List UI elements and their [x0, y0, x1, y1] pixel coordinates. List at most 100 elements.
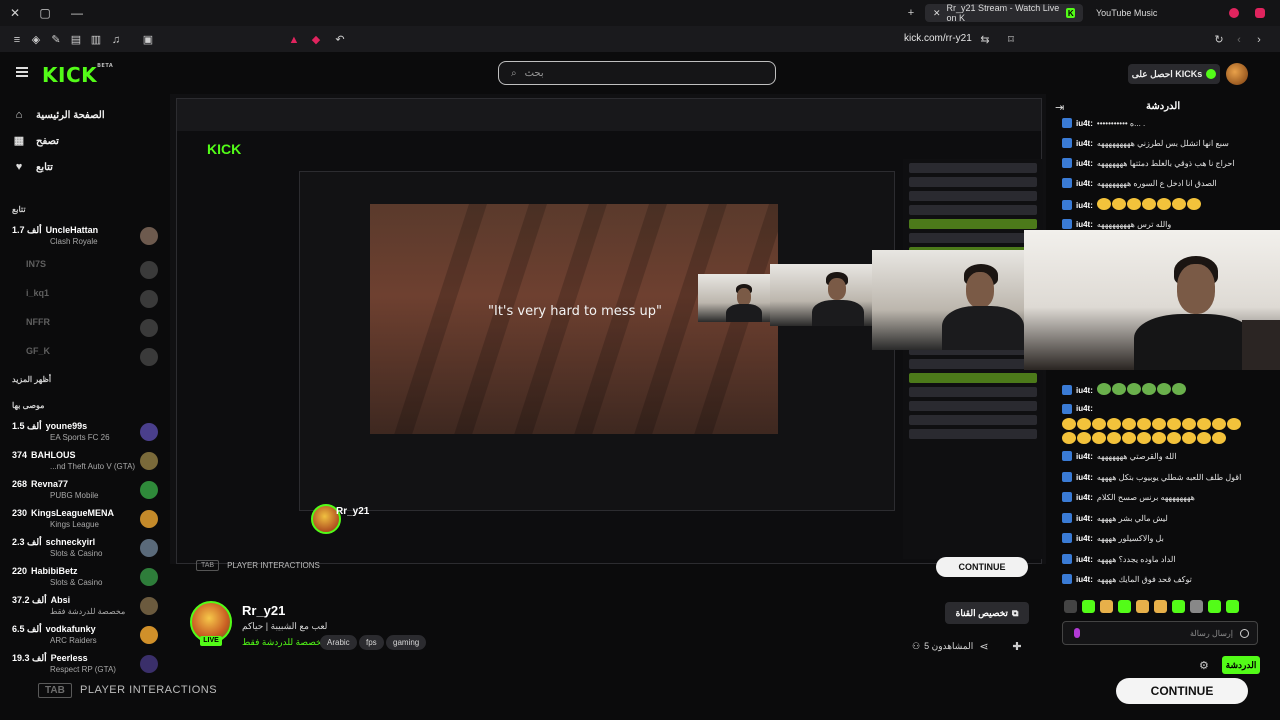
chat-username[interactable]: iu4t:	[1076, 201, 1093, 210]
sidebar-channel[interactable]: IN7S	[12, 258, 162, 284]
reload-icon[interactable]: ↻	[1212, 33, 1226, 47]
sidebar-channel[interactable]: NFFR	[12, 316, 162, 342]
chat-username[interactable]: iu4t:	[1076, 220, 1093, 229]
badge-icon	[1062, 138, 1072, 148]
extension-icon[interactable]: ✎	[49, 33, 63, 47]
window-icon[interactable]: ▢	[30, 6, 60, 20]
sidebar-item-following[interactable]: ♥ تتابع	[12, 158, 53, 176]
minimize-icon[interactable]: —	[62, 6, 92, 20]
screenshot-icon[interactable]: ▣	[141, 33, 155, 47]
continue-button[interactable]: CONTINUE	[936, 557, 1028, 577]
search-input[interactable]: ⌕ بحث	[498, 61, 776, 85]
chat-username[interactable]: iu4t:	[1076, 404, 1093, 413]
show-more-button[interactable]: أظهر المزيد	[12, 375, 51, 384]
emoji-icon[interactable]	[1240, 629, 1249, 638]
record-icon[interactable]	[1229, 8, 1239, 18]
get-kicks-button[interactable]: احصل على KICKs	[1128, 64, 1220, 84]
kick-logo[interactable]: KICKBETA	[42, 63, 113, 87]
menu-icon[interactable]: ≡	[10, 33, 24, 47]
emote-icon[interactable]	[1226, 599, 1239, 613]
sidebar-icon[interactable]: ▤	[69, 33, 83, 47]
microphone-icon[interactable]	[1074, 628, 1080, 638]
address-bar[interactable]: kick.com/rr-y21	[904, 33, 972, 44]
chat-username[interactable]: iu4t:	[1076, 534, 1093, 543]
gear-icon[interactable]: ⚙	[1199, 659, 1209, 672]
emote-icon[interactable]	[1136, 599, 1149, 613]
forward-icon[interactable]: ›	[1252, 33, 1266, 47]
sidebar-channel[interactable]: 19.3 ألف Peerless Respect RP (GTA)	[12, 652, 162, 678]
kick-favicon-icon: K	[1066, 8, 1075, 18]
music-icon[interactable]: ♫	[109, 33, 123, 47]
sidebar-channel[interactable]: 374 BAHLOUS ...nd Theft Auto V (GTA)	[12, 449, 162, 475]
sidebar-channel[interactable]: 1.5 ألف youne99s EA Sports FC 26	[12, 420, 162, 446]
channel-name: GF_K	[26, 346, 51, 356]
emote-icon[interactable]	[1100, 599, 1113, 613]
emote-icon[interactable]	[1208, 599, 1221, 613]
chat-username[interactable]: iu4t:	[1076, 555, 1093, 564]
emote-icon[interactable]	[1118, 599, 1131, 613]
channel-category: Clash Royale	[50, 237, 98, 246]
back-icon[interactable]: ‹	[1232, 33, 1246, 47]
tab-youtube-music[interactable]: YouTube Music	[1088, 4, 1198, 22]
streamer-name[interactable]: Rr_y21	[242, 603, 285, 618]
emote-quick-bar[interactable]	[1064, 598, 1260, 614]
chat-username[interactable]: iu4t:	[1076, 139, 1093, 148]
close-tab-icon[interactable]: ✕	[933, 8, 941, 19]
chat-username[interactable]: iu4t:	[1076, 493, 1093, 502]
sidebar-channel[interactable]: i_kq1	[12, 287, 162, 313]
channel-avatar	[140, 290, 158, 308]
undo-icon[interactable]: ↶	[333, 33, 347, 47]
emote-icon[interactable]	[1082, 599, 1095, 613]
stream-category-link[interactable]: مخصصة للدردشة فقط	[242, 637, 327, 648]
sidebar-item-home[interactable]: ⌂ الصفحة الرئيسية	[12, 106, 105, 124]
sidebar-channel[interactable]: 37.2 ألف Absi مخصصة للدردشة فقط	[12, 594, 162, 620]
sidebar-channel[interactable]: 6.5 ألف vodkafunky ARC Raiders	[12, 623, 162, 649]
channel-category: ARC Raiders	[50, 636, 97, 645]
follow-icon[interactable]: ✚	[1010, 640, 1024, 654]
chat-username[interactable]: iu4t:	[1076, 473, 1093, 482]
chat-username[interactable]: iu4t:	[1076, 514, 1093, 523]
chat-username[interactable]: iu4t:	[1076, 386, 1093, 395]
collapse-chat-icon[interactable]: ⇥	[1055, 101, 1067, 114]
chat-username[interactable]: iu4t:	[1076, 452, 1093, 461]
chat-message: iu4t: الصدق انا ادخل ع السوره ههههههههه	[1062, 178, 1262, 188]
new-tab-icon[interactable]: +	[904, 6, 918, 20]
sidebar-channel[interactable]: 2.3 ألف schneckyirl Slots & Casino	[12, 536, 162, 562]
chat-message-input[interactable]: إرسال رسالة	[1062, 621, 1258, 645]
extension-badge-icon[interactable]: ◆	[309, 33, 323, 47]
avatar[interactable]	[1226, 63, 1248, 85]
shield-icon[interactable]: ◈	[29, 33, 43, 47]
sidebar-channel[interactable]: 1.7 ألف UncleHattan Clash Royale	[12, 224, 162, 250]
chat-username[interactable]: iu4t:	[1076, 575, 1093, 584]
emote-icon[interactable]	[1154, 599, 1167, 613]
reader-icon[interactable]: ▥	[89, 33, 103, 47]
customize-channel-button[interactable]: تخصيص القناة ⧉	[945, 602, 1029, 624]
sidebar-channel[interactable]: 268 Revna77 PUBG Mobile	[12, 478, 162, 504]
stream-tag[interactable]: Arabic	[320, 635, 357, 650]
chat-username[interactable]: iu4t:	[1076, 159, 1093, 168]
sidebar-channel[interactable]: 220 HabibiBetz Slots & Casino	[12, 565, 162, 591]
youtube-icon[interactable]	[1255, 8, 1265, 18]
sidebar-item-label: تتابع	[36, 161, 53, 173]
emote-icon[interactable]	[1172, 599, 1185, 613]
close-window-icon[interactable]: ✕	[0, 6, 30, 20]
site-settings-icon[interactable]: ⇆	[978, 33, 992, 47]
chat-username[interactable]: iu4t:	[1076, 119, 1093, 128]
send-chat-button[interactable]: الدردشة	[1222, 656, 1260, 674]
share-icon[interactable]: ⋖	[977, 640, 991, 654]
sidebar-item-browse[interactable]: ▦ تصفح	[12, 132, 59, 150]
chat-message: iu4t: احراج نا هب ذوقي بالغلط دمثتها ههه…	[1062, 158, 1262, 168]
stream-tag[interactable]: gaming	[386, 635, 427, 650]
chat-username[interactable]: iu4t:	[1076, 179, 1093, 188]
sidebar-channel[interactable]: GF_K	[12, 345, 162, 371]
video-player[interactable]: KICK "It's very hard to mess up" Rr_y21	[170, 94, 1046, 564]
player-interactions-label: PLAYER INTERACTIONS	[80, 684, 218, 696]
tab-kick-stream[interactable]: ✕ Rr_y21 Stream - Watch Live on K K	[925, 3, 1083, 23]
stream-tag[interactable]: fps	[359, 635, 384, 650]
emote-icon[interactable]	[1064, 599, 1077, 613]
alert-icon[interactable]: ▲	[287, 33, 301, 47]
emote-icon[interactable]	[1190, 599, 1203, 613]
hamburger-menu-icon[interactable]	[16, 67, 28, 77]
bookmark-icon[interactable]: ⌑	[1004, 33, 1018, 47]
sidebar-channel[interactable]: 230 KingsLeagueMENA Kings League	[12, 507, 162, 533]
